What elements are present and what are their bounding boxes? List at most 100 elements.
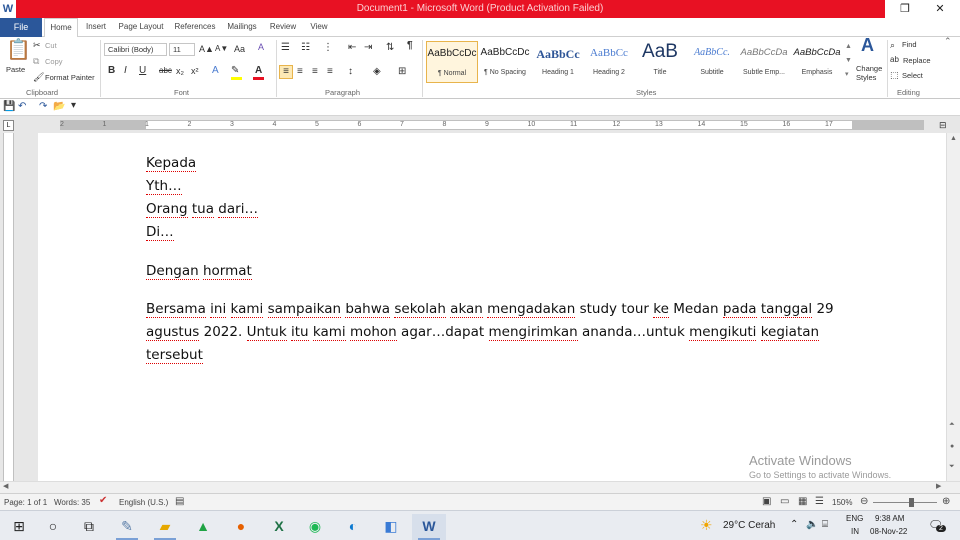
task-view-icon[interactable]: ⧉ [72,514,106,540]
tab-references[interactable]: References [170,18,220,37]
align-right-icon[interactable]: ≡ [312,66,318,78]
page-count[interactable]: Page: 1 of 1 [4,498,47,507]
show-formatting-icon[interactable]: ¶ [407,40,413,52]
tab-page-layout[interactable]: Page Layout [114,18,168,37]
scroll-left-icon[interactable]: ◀ [3,482,8,490]
spotify-icon[interactable]: ◉ [298,514,332,540]
tab-review[interactable]: Review [264,18,302,37]
sort-icon[interactable]: ⇅ [386,42,394,54]
style-subtle-emphasis[interactable]: AaBbCcDa Subtle Emp... [738,41,790,83]
highlight-icon[interactable]: ✎ [231,65,239,77]
grow-font-icon[interactable]: A▲ [199,43,214,55]
font-size-select[interactable]: 11 [169,43,195,56]
change-styles-button[interactable]: Change Styles [856,64,884,82]
doc-line-body-1[interactable]: Bersama ini kami sampaikan bahwa sekolah… [146,301,834,318]
vertical-scrollbar[interactable]: ▲ ⏶ ● ⏷ [946,133,960,481]
vertical-ruler[interactable] [3,133,14,481]
doc-line-salutation[interactable]: Dengan hormat [146,263,252,280]
language-top[interactable]: ENG [846,514,863,523]
google-drive-icon[interactable]: ▲ [186,514,220,540]
decrease-indent-icon[interactable]: ⇤ [348,42,356,54]
scroll-up-icon[interactable]: ▲ [950,135,957,142]
increase-indent-icon[interactable]: ⇥ [364,42,372,54]
format-painter-button[interactable]: Format Painter [45,73,95,82]
view-ruler-icon[interactable]: ⊟ [939,119,947,131]
word-count[interactable]: Words: 35 [54,498,90,507]
pinned-app-icon-2[interactable]: ◧ [374,514,408,540]
style-emphasis[interactable]: AaBbCcDa Emphasis [791,41,843,83]
clock-date[interactable]: 08-Nov-22 [870,527,907,536]
style-no-spacing[interactable]: AaBbCcDc ¶ No Spacing [479,41,531,83]
styles-scroll-down-icon[interactable]: ▼ [845,55,852,67]
find-button[interactable]: Find [902,40,917,49]
doc-line-kepada[interactable]: Kepada [146,155,197,172]
styles-more-icon[interactable]: ▾ [845,69,849,81]
style-heading-2[interactable]: AaBbCc Heading 2 [585,41,633,83]
excel-icon[interactable]: X [262,514,296,540]
multilevel-list-icon[interactable]: ⋮ [323,42,333,54]
clock-time[interactable]: 9:38 AM [875,514,904,523]
replace-icon[interactable]: ab [890,54,899,66]
text-effects-icon[interactable]: A [212,65,219,77]
minimize-ribbon-icon[interactable]: ⌃ [944,35,952,47]
justify-icon[interactable]: ≡ [327,66,333,78]
save-icon[interactable]: 💾 [3,101,15,113]
open-icon[interactable]: 📂 [53,101,65,113]
zoom-level[interactable]: 150% [832,498,852,507]
pinned-app-icon[interactable]: ✎ [110,514,144,540]
customize-qat-icon[interactable]: ▾ [71,100,76,112]
paste-icon[interactable]: 📋 [6,39,31,61]
zoom-slider[interactable] [873,502,937,503]
prev-page-icon[interactable]: ⏶ [949,421,955,429]
italic-button[interactable]: I [124,65,127,77]
network-icon[interactable]: ⌸ [822,519,828,530]
doc-line-orang-tua[interactable]: Orang tua dari… [146,201,258,218]
cut-button[interactable]: Cut [45,41,57,50]
bold-button[interactable]: B [108,65,115,77]
word-taskbar-icon[interactable]: W [412,514,446,540]
select-icon[interactable]: ⬚ [890,69,899,81]
weather-text[interactable]: 29°C Cerah [723,520,775,531]
macro-record-icon[interactable]: ▤ [175,496,184,507]
start-button-icon[interactable]: ⊞ [2,514,36,540]
change-case-icon[interactable]: Aa [234,43,245,55]
firefox-icon[interactable]: ● [224,514,258,540]
search-icon[interactable]: ○ [36,514,70,540]
strikethrough-button[interactable]: abc [159,65,172,77]
subscript-button[interactable]: x₂ [176,65,184,77]
doc-line-body-2[interactable]: agustus 2022. Untuk itu kami mohon agar…… [146,324,820,341]
font-color-icon[interactable]: A [255,65,262,77]
undo-icon[interactable]: ↶ [18,101,26,113]
language-bottom[interactable]: IN [851,527,859,536]
browse-object-icon[interactable]: ● [950,443,954,450]
align-center-icon[interactable]: ≡ [297,66,303,78]
shrink-font-icon[interactable]: A▼ [215,43,228,55]
zoom-out-icon[interactable]: ⊖ [860,496,868,507]
tab-view[interactable]: View [304,18,334,37]
close-icon[interactable]: ✕ [925,0,955,18]
cut-icon[interactable]: ✂ [33,39,41,51]
redo-icon[interactable]: ↷ [39,101,47,113]
tab-home[interactable]: Home [44,18,78,38]
shading-icon[interactable]: ◈ [373,66,381,78]
language-indicator[interactable]: English (U.S.) [119,498,168,507]
edge-icon[interactable]: ◐ [336,514,370,540]
show-hidden-icons-icon[interactable]: ⌃ [790,519,798,530]
borders-icon[interactable]: ⊞ [398,66,406,78]
restore-icon[interactable]: ❐ [890,0,920,18]
paste-button[interactable]: Paste [6,65,25,74]
next-page-icon[interactable]: ⏷ [949,463,955,471]
zoom-slider-thumb[interactable] [909,498,914,507]
proofing-icon[interactable]: ✔ [99,495,107,506]
style-title[interactable]: AaB Title [634,41,686,83]
replace-button[interactable]: Replace [903,56,931,65]
tab-selector[interactable]: L [3,120,14,131]
change-styles-icon[interactable]: A [861,36,874,54]
horizontal-scrollbar[interactable]: ◀ ▶ [0,481,960,493]
underline-button[interactable]: U [139,65,146,77]
scroll-right-icon[interactable]: ▶ [936,482,941,490]
superscript-button[interactable]: x² [191,65,199,77]
full-screen-reading-icon[interactable]: ▭ [780,496,789,507]
clear-formatting-icon[interactable]: A [258,41,264,53]
zoom-in-icon[interactable]: ⊕ [942,496,950,507]
